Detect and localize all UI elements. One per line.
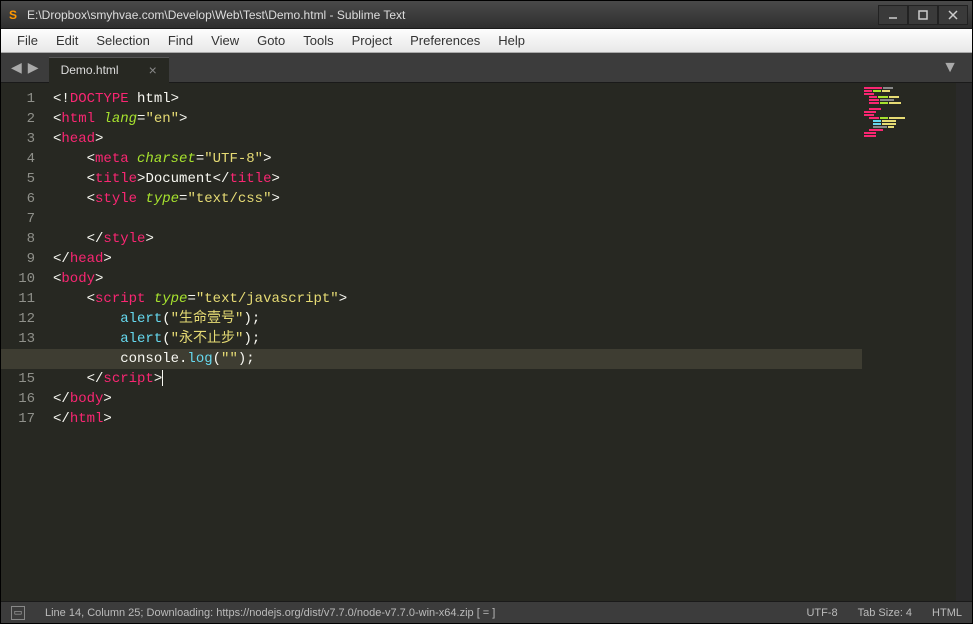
status-tabsize[interactable]: Tab Size: 4 — [858, 607, 912, 619]
tab-label: Demo.html — [61, 63, 119, 77]
close-icon — [947, 9, 959, 21]
statusbar: ▭ Line 14, Column 25; Downloading: https… — [1, 601, 972, 623]
code-line — [53, 209, 972, 229]
line-number: 8 — [1, 229, 49, 249]
menu-tools[interactable]: Tools — [295, 31, 341, 50]
code-line: <html lang="en"> — [53, 109, 972, 129]
line-number: 1 — [1, 89, 49, 109]
line-number: 7 — [1, 209, 49, 229]
line-number: 11 — [1, 289, 49, 309]
close-button[interactable] — [938, 5, 968, 25]
minimap[interactable] — [864, 87, 954, 601]
vertical-scrollbar[interactable] — [956, 83, 972, 601]
menu-find[interactable]: Find — [160, 31, 201, 50]
tab-dropdown-icon[interactable]: ▼ — [942, 59, 972, 77]
line-number: 5 — [1, 169, 49, 189]
line-number: 15 — [1, 369, 49, 389]
line-number: 12 — [1, 309, 49, 329]
code-line: console.log(""); — [53, 349, 972, 369]
panel-switch-icon[interactable]: ▭ — [11, 606, 25, 620]
code-line: alert("生命壹号"); — [53, 309, 972, 329]
menu-view[interactable]: View — [203, 31, 247, 50]
window-title: E:\Dropbox\smyhvae.com\Develop\Web\Test\… — [27, 8, 878, 22]
code-line: </body> — [53, 389, 972, 409]
code-line: <body> — [53, 269, 972, 289]
maximize-icon — [917, 9, 929, 21]
maximize-button[interactable] — [908, 5, 938, 25]
menu-selection[interactable]: Selection — [88, 31, 157, 50]
nav-back-icon[interactable]: ◀ — [11, 59, 22, 76]
nav-forward-icon[interactable]: ▶ — [28, 59, 39, 76]
tab-close-icon[interactable]: × — [149, 62, 157, 78]
line-number: 9 — [1, 249, 49, 269]
titlebar: S E:\Dropbox\smyhvae.com\Develop\Web\Tes… — [1, 1, 972, 29]
line-number: 6 — [1, 189, 49, 209]
tabbar: ◀ ▶ Demo.html × ▼ — [1, 53, 972, 83]
menubar: File Edit Selection Find View Goto Tools… — [1, 29, 972, 53]
line-number: 16 — [1, 389, 49, 409]
code-line: <title>Document</title> — [53, 169, 972, 189]
code-line: </html> — [53, 409, 972, 429]
tab-demo[interactable]: Demo.html × — [49, 57, 169, 83]
editor[interactable]: 1 2 3 4 5 6 7 8 9 10 11 12 13 14 15 16 1… — [1, 83, 972, 601]
status-position[interactable]: Line 14, Column 25; Downloading: https:/… — [45, 607, 786, 619]
menu-preferences[interactable]: Preferences — [402, 31, 488, 50]
sublime-icon: S — [5, 7, 21, 23]
line-number: 10 — [1, 269, 49, 289]
app-window: S E:\Dropbox\smyhvae.com\Develop\Web\Tes… — [0, 0, 973, 624]
menu-project[interactable]: Project — [344, 31, 400, 50]
code-line: </style> — [53, 229, 972, 249]
code-line: <style type="text/css"> — [53, 189, 972, 209]
code-line: alert("永不止步"); — [53, 329, 972, 349]
line-number: 2 — [1, 109, 49, 129]
text-cursor — [162, 370, 163, 386]
menu-edit[interactable]: Edit — [48, 31, 86, 50]
minimize-icon — [887, 9, 899, 21]
code-line: </script> — [53, 369, 972, 389]
code-line: <script type="text/javascript"> — [53, 289, 972, 309]
status-encoding[interactable]: UTF-8 — [806, 607, 837, 619]
code-line: <meta charset="UTF-8"> — [53, 149, 972, 169]
gutter: 1 2 3 4 5 6 7 8 9 10 11 12 13 14 15 16 1… — [1, 83, 49, 601]
line-number: 17 — [1, 409, 49, 429]
menu-help[interactable]: Help — [490, 31, 533, 50]
status-syntax[interactable]: HTML — [932, 607, 962, 619]
line-number: 3 — [1, 129, 49, 149]
line-number: 4 — [1, 149, 49, 169]
code-content[interactable]: <!DOCTYPE html> <html lang="en"> <head> … — [49, 83, 972, 601]
line-number: 13 — [1, 329, 49, 349]
code-line: </head> — [53, 249, 972, 269]
nav-arrows: ◀ ▶ — [1, 59, 49, 76]
menu-goto[interactable]: Goto — [249, 31, 293, 50]
window-controls — [878, 5, 968, 25]
menu-file[interactable]: File — [9, 31, 46, 50]
code-line: <!DOCTYPE html> — [53, 89, 972, 109]
code-line: <head> — [53, 129, 972, 149]
minimize-button[interactable] — [878, 5, 908, 25]
